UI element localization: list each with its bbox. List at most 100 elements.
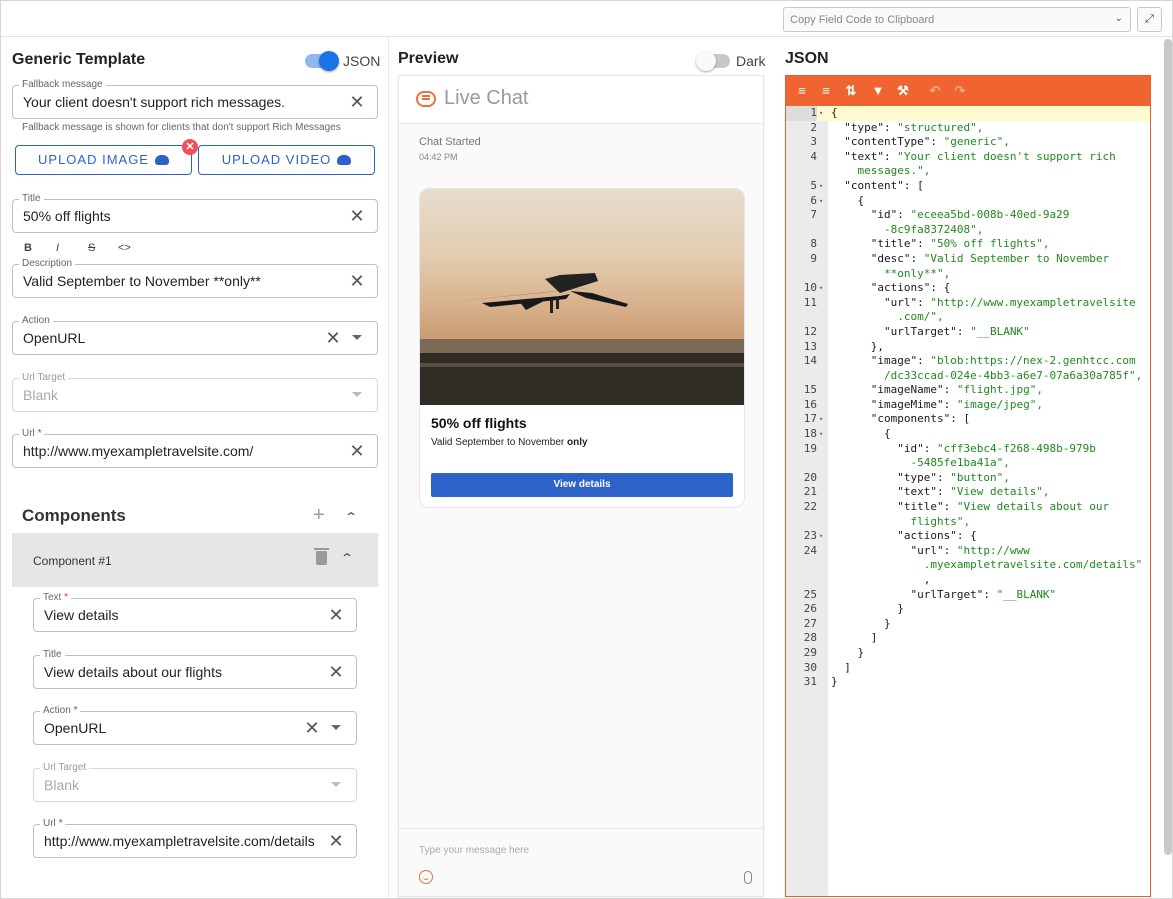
code-button[interactable]: <> [118,242,131,254]
fold-toggle-icon[interactable]: ▾ [819,427,823,442]
component-url-field[interactable]: Url * http://www.myexampletravelsite.com… [33,818,357,858]
code-line[interactable]: 27 } [786,617,1150,632]
redo-icon[interactable]: ↷ [952,83,968,99]
code-line[interactable]: 5 ▾ "content": [ [786,179,1150,194]
fold-toggle-icon[interactable]: ▾ [819,106,823,121]
clear-icon[interactable]: ✕ [349,442,365,460]
code-line[interactable]: 2 "type": "structured", [786,121,1150,136]
json-editor[interactable]: ≡ ≡ ⇅ ▼ ⚒ ↶ ↷ 1 ▾{2 "type": "structured",… [785,75,1151,897]
strikethrough-button[interactable]: S [88,242,95,254]
code-line[interactable]: 29 } [786,646,1150,661]
code-line[interactable]: .myexampletravelsite.com/details" [786,558,1150,573]
delete-component-icon[interactable] [314,548,329,565]
dropdown-arrow-icon[interactable] [331,725,341,730]
fold-toggle-icon[interactable]: ▾ [819,529,823,544]
code-line[interactable]: /dc33ccad-024e-4bb3-a6e7-07a6a30a785f", [786,369,1150,384]
italic-button[interactable]: I [56,242,59,254]
collapse-icon[interactable]: ⤢ [1137,7,1162,32]
undo-icon[interactable]: ↶ [927,83,943,99]
code-line[interactable]: messages.", [786,164,1150,179]
repair-icon[interactable]: ⚒ [895,83,911,99]
code-line[interactable]: 6 ▾ { [786,194,1150,209]
code-line[interactable]: 17 ▾ "components": [ [786,412,1150,427]
attachment-icon[interactable] [744,871,752,884]
code-line[interactable]: flights", [786,515,1150,530]
code-line[interactable]: **only**", [786,267,1150,282]
clear-icon[interactable]: ✕ [325,329,341,347]
fold-toggle-icon[interactable]: ▾ [819,412,823,427]
code-line[interactable]: -8c9fa8372408", [786,223,1150,238]
clear-icon[interactable]: ✕ [328,663,344,681]
url-field[interactable]: Url * http://www.myexampletravelsite.com… [12,428,378,468]
code-line[interactable]: 12 "urlTarget": "__BLANK" [786,325,1150,340]
code-line[interactable]: , [786,573,1150,588]
title-field[interactable]: Title 50% off flights ✕ [12,193,378,233]
code-line[interactable]: 18 ▾ { [786,427,1150,442]
description-field[interactable]: Description Valid September to November … [12,258,378,298]
code-line[interactable]: 20 "type": "button", [786,471,1150,486]
code-line[interactable]: 1 ▾ { [786,106,1150,121]
format-json-icon[interactable]: ≡ [794,83,810,99]
component-title-field[interactable]: Title View details about our flights ✕ [33,649,357,689]
copy-field-code-select[interactable]: Copy Field Code to Clipboard ⌄ [783,7,1131,32]
compact-json-icon[interactable]: ≡ [818,83,834,99]
code-line[interactable]: 24 "url": "http://www [786,544,1150,559]
component-header[interactable]: Component #1 ⌃ [12,533,378,587]
code-line[interactable]: 9 "desc": "Valid September to November [786,252,1150,267]
fallback-message-field[interactable]: Fallback message Your client doesn't sup… [12,79,378,119]
clear-icon[interactable]: ✕ [328,832,344,850]
message-input[interactable]: Type your message here [419,845,529,856]
bold-button[interactable]: B [24,242,32,254]
json-code[interactable]: 1 ▾{2 "type": "structured", 3 "contentType… [786,106,1150,690]
url-target-select[interactable]: Url Target Blank [12,372,378,412]
clear-icon[interactable]: ✕ [349,207,365,225]
code-line[interactable]: 3 "contentType": "generic", [786,135,1150,150]
code-line[interactable]: 26 } [786,602,1150,617]
fold-toggle-icon[interactable]: ▾ [819,281,823,296]
fold-toggle-icon[interactable]: ▾ [819,194,823,209]
clear-icon[interactable]: ✕ [304,719,320,737]
dropdown-arrow-icon[interactable] [352,335,362,340]
remove-image-icon[interactable]: ✕ [182,139,198,155]
code-line[interactable]: -5485fe1ba41a", [786,456,1150,471]
code-line[interactable]: 25 "urlTarget": "__BLANK" [786,588,1150,603]
collapse-components-icon[interactable]: ⌃ [344,510,358,524]
code-line[interactable]: 28 ] [786,631,1150,646]
code-line[interactable]: 23 ▾ "actions": { [786,529,1150,544]
add-component-icon[interactable]: + [313,504,325,527]
component-url-target-select[interactable]: Url Target Blank [33,762,357,802]
dropdown-arrow-icon[interactable] [331,782,341,787]
window-scrollbar[interactable] [1164,39,1172,855]
code-line[interactable]: 16 "imageMime": "image/jpeg", [786,398,1150,413]
code-line[interactable]: 19 "id": "cff3ebc4-f268-498b-979b [786,442,1150,457]
dark-mode-toggle[interactable] [696,51,730,71]
fold-toggle-icon[interactable]: ▾ [819,179,823,194]
code-line[interactable]: 14 "image": "blob:https://nex-2.genhtcc.… [786,354,1150,369]
clear-icon[interactable]: ✕ [328,606,344,624]
code-line[interactable]: 30 ] [786,661,1150,676]
json-toggle[interactable] [305,51,339,71]
emoji-icon[interactable] [419,870,433,884]
component-text-field[interactable]: Text * View details ✕ [33,592,357,632]
code-line[interactable]: 10 ▾ "actions": { [786,281,1150,296]
component-action-select[interactable]: Action * OpenURL ✕ [33,705,357,745]
action-select[interactable]: Action OpenURL ✕ [12,315,378,355]
code-line[interactable]: 8 "title": "50% off flights", [786,237,1150,252]
code-line[interactable]: 11 "url": "http://www.myexampletravelsit… [786,296,1150,311]
upload-image-button[interactable]: UPLOAD IMAGE [15,145,192,175]
code-line[interactable]: 22 "title": "View details about our [786,500,1150,515]
sort-icon[interactable]: ⇅ [843,83,859,99]
upload-video-button[interactable]: UPLOAD VIDEO [198,145,375,175]
code-line[interactable]: 13 }, [786,340,1150,355]
collapse-component-icon[interactable]: ⌃ [340,551,354,565]
code-line[interactable]: 15 "imageName": "flight.jpg", [786,383,1150,398]
code-line[interactable]: 4 "text": "Your client doesn't support r… [786,150,1150,165]
dropdown-arrow-icon[interactable] [352,392,362,397]
code-line[interactable]: 21 "text": "View details", [786,485,1150,500]
code-line[interactable]: 7 "id": "eceea5bd-008b-40ed-9a29 [786,208,1150,223]
clear-icon[interactable]: ✕ [349,272,365,290]
view-details-button[interactable]: View details [431,473,733,497]
clear-icon[interactable]: ✕ [349,93,365,111]
code-line[interactable]: .com/", [786,310,1150,325]
filter-icon[interactable]: ▼ [870,83,886,99]
